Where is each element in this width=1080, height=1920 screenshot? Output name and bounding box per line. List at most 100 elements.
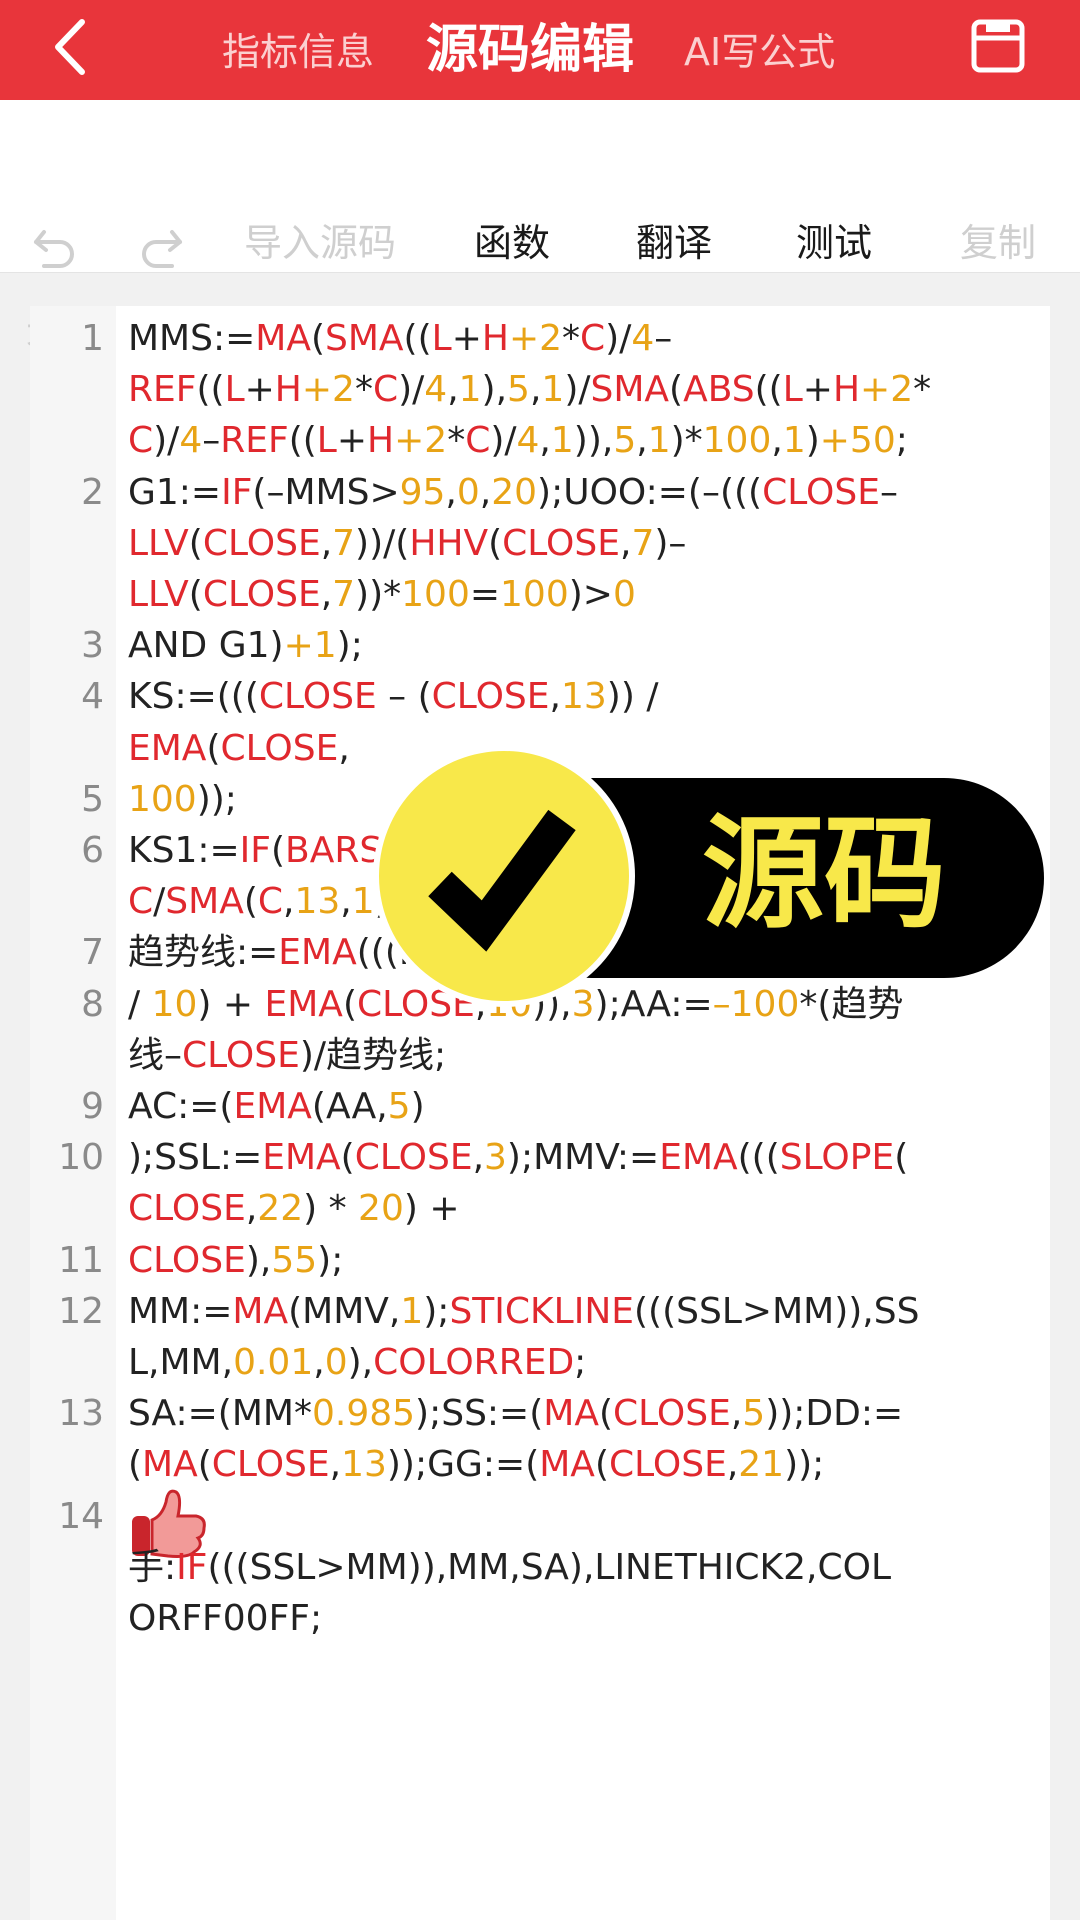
code-token: (–MMS>	[252, 471, 400, 513]
code-token: 5	[742, 1393, 766, 1435]
code-token: +2	[508, 318, 563, 359]
import-source-button[interactable]: 导入源码	[244, 200, 396, 286]
tab-indicator-info[interactable]: 指标信息	[222, 0, 374, 100]
tab-ai-formula[interactable]: AI写公式	[684, 0, 835, 100]
code-token: )) /	[606, 676, 659, 718]
code-token: (	[197, 1444, 212, 1486]
code-token: 100	[500, 574, 569, 615]
chevron-left-icon	[55, 19, 85, 75]
code-token: SLOPE	[779, 1137, 895, 1179]
code-token: (((	[737, 1137, 780, 1179]
code-token: );	[423, 1290, 450, 1332]
code-token: MA	[255, 318, 311, 359]
code-token: AC:=(	[128, 1086, 234, 1127]
code-token: );	[317, 1239, 344, 1281]
test-button[interactable]: 测试	[796, 200, 872, 286]
code-token: /	[128, 983, 152, 1025]
code-token: C	[128, 420, 154, 462]
code-token: 0.985	[311, 1393, 416, 1435]
line-number: 13	[58, 1393, 104, 1435]
redo-button[interactable]	[138, 200, 186, 286]
functions-button[interactable]: 函数	[474, 200, 550, 286]
code-token: ,	[313, 1342, 325, 1383]
code-editor[interactable]: 1 MMS:=MA(SMA((L+H+2*C)/4– REF((L+H+2*C)/4…	[30, 306, 1050, 1920]
code-token: ,	[320, 574, 333, 615]
code-token: +	[802, 369, 833, 411]
code-token: ),	[481, 369, 508, 411]
code-token: )	[805, 420, 820, 462]
code-token: ,	[479, 471, 492, 513]
code-token: (	[243, 881, 258, 923]
code-token: CLOSE	[128, 1239, 246, 1281]
code-token: H	[481, 318, 509, 359]
code-token: (	[188, 522, 203, 564]
code-token: (AA,	[311, 1086, 388, 1127]
code-token: ,	[619, 522, 632, 564]
code-token: ;	[574, 1342, 587, 1383]
code-token: );MMV:=	[506, 1137, 660, 1179]
code-token: 7	[332, 574, 356, 615]
code-token: 13	[560, 676, 607, 718]
code-token: ,	[472, 1137, 485, 1179]
code-token: REF	[220, 420, 289, 462]
code-token: *	[447, 420, 466, 462]
code-token: (	[894, 1137, 909, 1179]
code-token: ,	[283, 881, 295, 923]
code-token: KS:=(((	[128, 676, 259, 718]
code-token: SMA	[165, 881, 244, 923]
code-token: 4	[516, 420, 540, 462]
code-token: MA	[232, 1290, 289, 1332]
save-button[interactable]	[968, 16, 1028, 76]
code-token: SMA	[590, 369, 670, 411]
code-token: CLOSE	[211, 1444, 330, 1486]
code-token: IF	[176, 1546, 208, 1588]
code-token: H	[274, 369, 302, 411]
code-token: (	[594, 1444, 609, 1486]
code-token: 5	[507, 369, 530, 411]
code-token: )	[410, 1086, 425, 1127]
code-token: 13	[341, 1444, 387, 1486]
code-token: +	[451, 318, 482, 359]
code-token: ,	[771, 420, 783, 462]
code-token: );UOO:=(–(((	[537, 471, 763, 513]
code-token: (MMV,	[288, 1290, 401, 1332]
undo-button[interactable]	[30, 200, 78, 286]
code-token: L,MM,	[128, 1342, 234, 1383]
code-token: C	[465, 420, 491, 462]
code-token: EMA	[264, 983, 343, 1025]
line-number: 12	[58, 1290, 104, 1332]
line-number: 8	[81, 983, 104, 1025]
code-token: 55	[271, 1239, 318, 1281]
code-token: IF	[239, 830, 271, 871]
code-token: ,	[529, 369, 542, 411]
code-token: 20	[358, 1188, 404, 1230]
code-token: +50	[819, 420, 896, 462]
code-token: MMS:=	[128, 318, 256, 359]
code-token: 7	[332, 522, 356, 564]
code-token: )/趋势线;	[299, 1034, 447, 1076]
translate-button[interactable]: 翻译	[636, 200, 712, 286]
code-token: ));DD:=	[765, 1393, 904, 1435]
code-token: 1	[541, 369, 565, 411]
code-token: C	[257, 881, 284, 923]
redo-icon	[142, 229, 182, 268]
code-token: –	[654, 318, 673, 359]
code-token: 0	[456, 471, 480, 513]
code-token: ,	[730, 1393, 743, 1435]
code-token: CLOSE	[354, 1137, 473, 1179]
code-token: 趋势线:=	[128, 932, 279, 974]
code-token: 21	[738, 1444, 785, 1486]
code-token: ((	[754, 369, 783, 411]
code-token: SA:=(MM*	[128, 1393, 312, 1435]
code-token: G1:=	[128, 471, 222, 513]
code-token: HHV	[409, 522, 489, 564]
code-token: 100	[702, 420, 772, 462]
code-token: +	[336, 420, 368, 462]
code-token: EMA	[233, 1086, 312, 1127]
line-number: 6	[81, 830, 104, 871]
tab-source-edit[interactable]: 源码编辑	[426, 0, 634, 100]
code-token: ,	[549, 676, 561, 718]
back-button[interactable]	[48, 14, 98, 80]
copy-button[interactable]: 复制	[960, 200, 1036, 286]
code-token: CLOSE	[202, 574, 321, 615]
